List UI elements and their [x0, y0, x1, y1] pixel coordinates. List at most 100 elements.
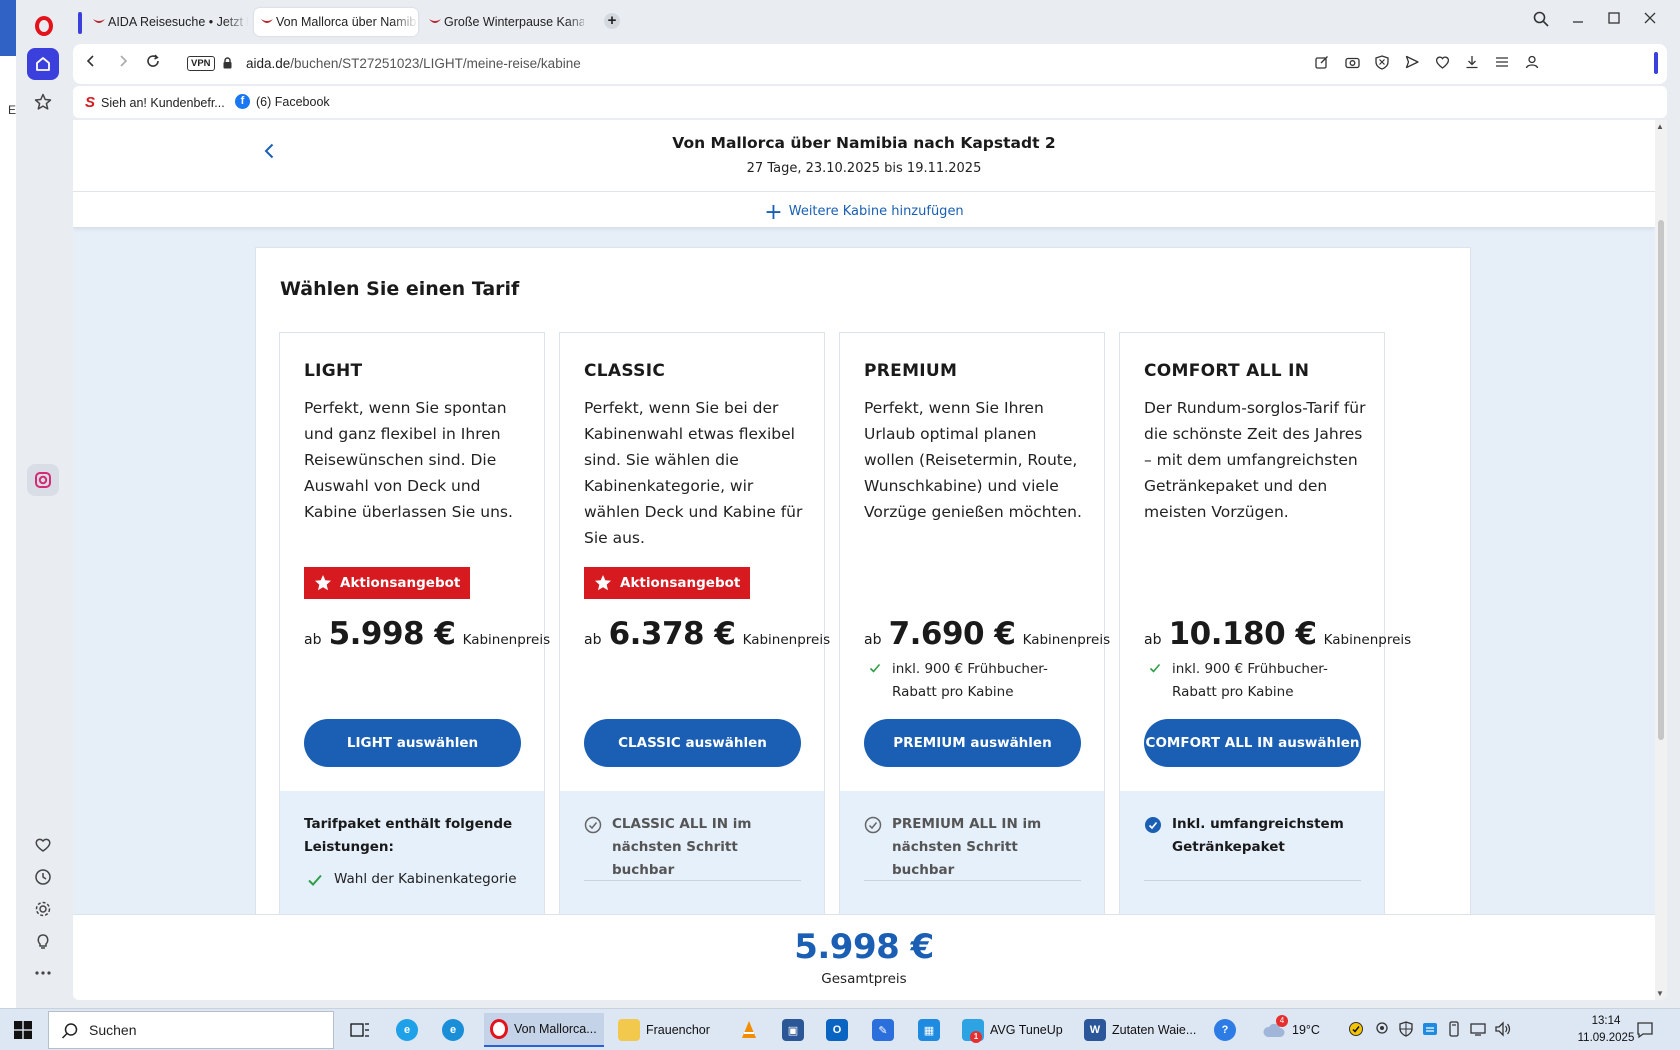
- select-classic-button[interactable]: CLASSIC auswählen: [584, 719, 801, 767]
- heart-icon[interactable]: [29, 831, 57, 859]
- internet-explorer-icon[interactable]: e: [396, 1013, 418, 1047]
- add-cabin-link[interactable]: + Weitere Kabine hinzufügen: [73, 200, 1655, 225]
- tariff-heading: Wählen Sie einen Tarif: [280, 278, 520, 300]
- trip-dates: 27 Tage, 23.10.2025 bis 19.11.2025: [746, 161, 982, 176]
- history-icon[interactable]: [29, 863, 57, 891]
- calculator-icon[interactable]: ▦: [918, 1013, 940, 1047]
- lock-icon[interactable]: [223, 57, 232, 69]
- download-icon[interactable]: [1463, 55, 1481, 73]
- tariff-description: Der Rundum-sorglos-Tarif für die schönst…: [1144, 399, 1366, 521]
- outlook-icon[interactable]: O: [826, 1013, 848, 1047]
- aida-favicon-icon: [429, 19, 441, 23]
- url-field[interactable]: aida.de/buchen/ST27251023/LIGHT/meine-re…: [246, 56, 581, 71]
- total-price-label: Gesamtpreis: [821, 971, 907, 987]
- webcam-tray-icon[interactable]: [1374, 1021, 1390, 1040]
- select-light-button[interactable]: LIGHT auswählen: [304, 719, 521, 767]
- tariff-name: COMFORT ALL IN: [1144, 361, 1310, 381]
- scrollbar-thumb[interactable]: [1658, 220, 1664, 740]
- tariff-description: Perfekt, wenn Sie bei der Kabinenwahl et…: [584, 399, 803, 547]
- search-icon: [61, 1023, 78, 1039]
- trip-title: Von Mallorca über Namibia nach Kapstadt …: [672, 134, 1056, 152]
- minimize-button[interactable]: [1567, 11, 1589, 30]
- star-badge-icon: [595, 575, 611, 591]
- sidebar-accent: [1654, 52, 1658, 74]
- taskbar-opera[interactable]: Von Mallorca...: [484, 1013, 604, 1047]
- booking-header: Von Mallorca über Namibia nach Kapstadt …: [73, 120, 1655, 227]
- select-premium-button[interactable]: PREMIUM auswählen: [864, 719, 1081, 767]
- volume-icon[interactable]: [1494, 1021, 1512, 1040]
- edit-snapshot-icon[interactable]: [1313, 55, 1331, 73]
- tab-aida-reisesuche[interactable]: AIDA Reisesuche • Jetzt Kr: [86, 8, 250, 36]
- more-icon[interactable]: [29, 959, 57, 987]
- tariff-name: PREMIUM: [864, 361, 958, 381]
- tariff-panel: Wählen Sie einen Tarif LIGHT Perfekt, we…: [255, 247, 1471, 1000]
- cloud-sync-tray-icon[interactable]: [1422, 1021, 1438, 1040]
- maximize-button[interactable]: [1603, 11, 1625, 30]
- tariff-card-classic: CLASSIC Perfekt, wenn Sie bei der Kabine…: [559, 332, 830, 1000]
- adblock-shield-icon[interactable]: [1373, 55, 1391, 73]
- promo-badge: Aktionsangebot: [304, 567, 471, 599]
- early-booking-discount: inkl. 900 € Frühbucher-Rabatt pro Kabine: [864, 658, 1089, 704]
- avg-icon: 1: [962, 1019, 984, 1043]
- bookmark-sieh-an[interactable]: S Sieh an! Kundenbefr...: [85, 94, 225, 111]
- reload-button[interactable]: [143, 54, 163, 74]
- gear-icon[interactable]: [29, 895, 57, 923]
- star-icon[interactable]: [29, 88, 57, 116]
- plus-icon: +: [764, 200, 783, 225]
- taskbar-search[interactable]: Suchen: [48, 1011, 334, 1049]
- help-icon[interactable]: ?: [1214, 1013, 1236, 1047]
- folder-icon: [618, 1019, 640, 1041]
- windows-taskbar: Suchen e e Von Mallorca... Frauenchor ▣ …: [0, 1008, 1680, 1050]
- sieh-an-icon: S: [85, 94, 96, 111]
- check-circle-filled-icon: [1145, 817, 1161, 833]
- tab-von-mallorca[interactable]: Von Mallorca über Namibi: [254, 8, 418, 36]
- taskbar-frauenchor[interactable]: Frauenchor: [614, 1013, 714, 1047]
- notification-icon[interactable]: [1636, 1021, 1654, 1042]
- send-icon[interactable]: [1403, 55, 1421, 73]
- taskbar-word[interactable]: W Zutaten Waie...: [1082, 1013, 1202, 1047]
- browser-window: E AIDA Reisesuche • Jetzt Kr Von Mallorc…: [0, 0, 1680, 1008]
- new-tab-button[interactable]: +: [604, 13, 620, 29]
- close-window-button[interactable]: [1639, 11, 1661, 30]
- tariff-card-premium: PREMIUM Perfekt, wenn Sie Ihren Urlaub o…: [839, 332, 1110, 1000]
- display-tray-icon[interactable]: [1470, 1021, 1486, 1040]
- tab-grosse-winterpause[interactable]: Große Winterpause Kanar: [422, 8, 592, 36]
- tariff-name: LIGHT: [304, 361, 363, 381]
- tariff-price: ab 7.690 € Kabinenpreis: [864, 616, 1111, 652]
- tariff-price: ab 6.378 € Kabinenpreis: [584, 616, 831, 652]
- forward-button[interactable]: [113, 54, 133, 74]
- opera-logo-icon[interactable]: [35, 16, 53, 36]
- favorite-heart-icon[interactable]: [1433, 55, 1451, 73]
- select-comfort-all-in-button[interactable]: COMFORT ALL IN auswählen: [1144, 719, 1361, 767]
- tab-strip: AIDA Reisesuche • Jetzt Kr Von Mallorca …: [70, 0, 1680, 44]
- system-clock[interactable]: 13:14 11.09.2025: [1566, 1013, 1646, 1047]
- home-icon[interactable]: [27, 48, 59, 80]
- store-icon[interactable]: ▣: [782, 1013, 804, 1047]
- edge-icon[interactable]: e: [442, 1013, 464, 1047]
- usb-tray-icon[interactable]: [1446, 1021, 1462, 1040]
- bookmarks-bar: S Sieh an! Kundenbefr... f (6) Facebook: [73, 86, 1667, 118]
- task-view-icon[interactable]: [350, 1013, 370, 1047]
- upgrade-note: PREMIUM ALL IN im nächsten Schritt buchb…: [864, 813, 1074, 882]
- profile-icon[interactable]: [1523, 55, 1541, 73]
- camera-icon[interactable]: [1343, 55, 1361, 73]
- search-tabs-icon[interactable]: [1530, 11, 1552, 32]
- weather-widget[interactable]: 4 19°C: [1262, 1013, 1332, 1047]
- tariff-price: ab 5.998 € Kabinenpreis: [304, 616, 551, 652]
- vpn-badge[interactable]: VPN: [187, 56, 215, 71]
- norton-tray-icon[interactable]: [1348, 1021, 1364, 1040]
- vlc-icon[interactable]: [738, 1013, 760, 1047]
- easy-setup-icon[interactable]: [1493, 55, 1511, 73]
- taskbar-avg-tuneup[interactable]: 1 AVG TuneUp: [960, 1013, 1070, 1047]
- bookmark-facebook[interactable]: f (6) Facebook: [235, 94, 330, 109]
- benefit-item: Wahl der Kabinenkategorie: [304, 871, 517, 887]
- windows-start-icon[interactable]: [14, 1021, 32, 1039]
- page-scrollbar[interactable]: ▲ ▼: [1655, 120, 1667, 1000]
- network-shield-tray-icon[interactable]: [1398, 1021, 1414, 1040]
- instagram-icon[interactable]: [27, 464, 59, 496]
- address-bar: VPN aida.de/buchen/ST27251023/LIGHT/mein…: [73, 44, 1667, 84]
- back-button[interactable]: [81, 54, 101, 74]
- lightbulb-icon[interactable]: [29, 927, 57, 955]
- editor-icon[interactable]: ✎: [872, 1013, 894, 1047]
- included-drinks-note: Inkl. umfangreichstem Getränkepaket: [1144, 813, 1354, 859]
